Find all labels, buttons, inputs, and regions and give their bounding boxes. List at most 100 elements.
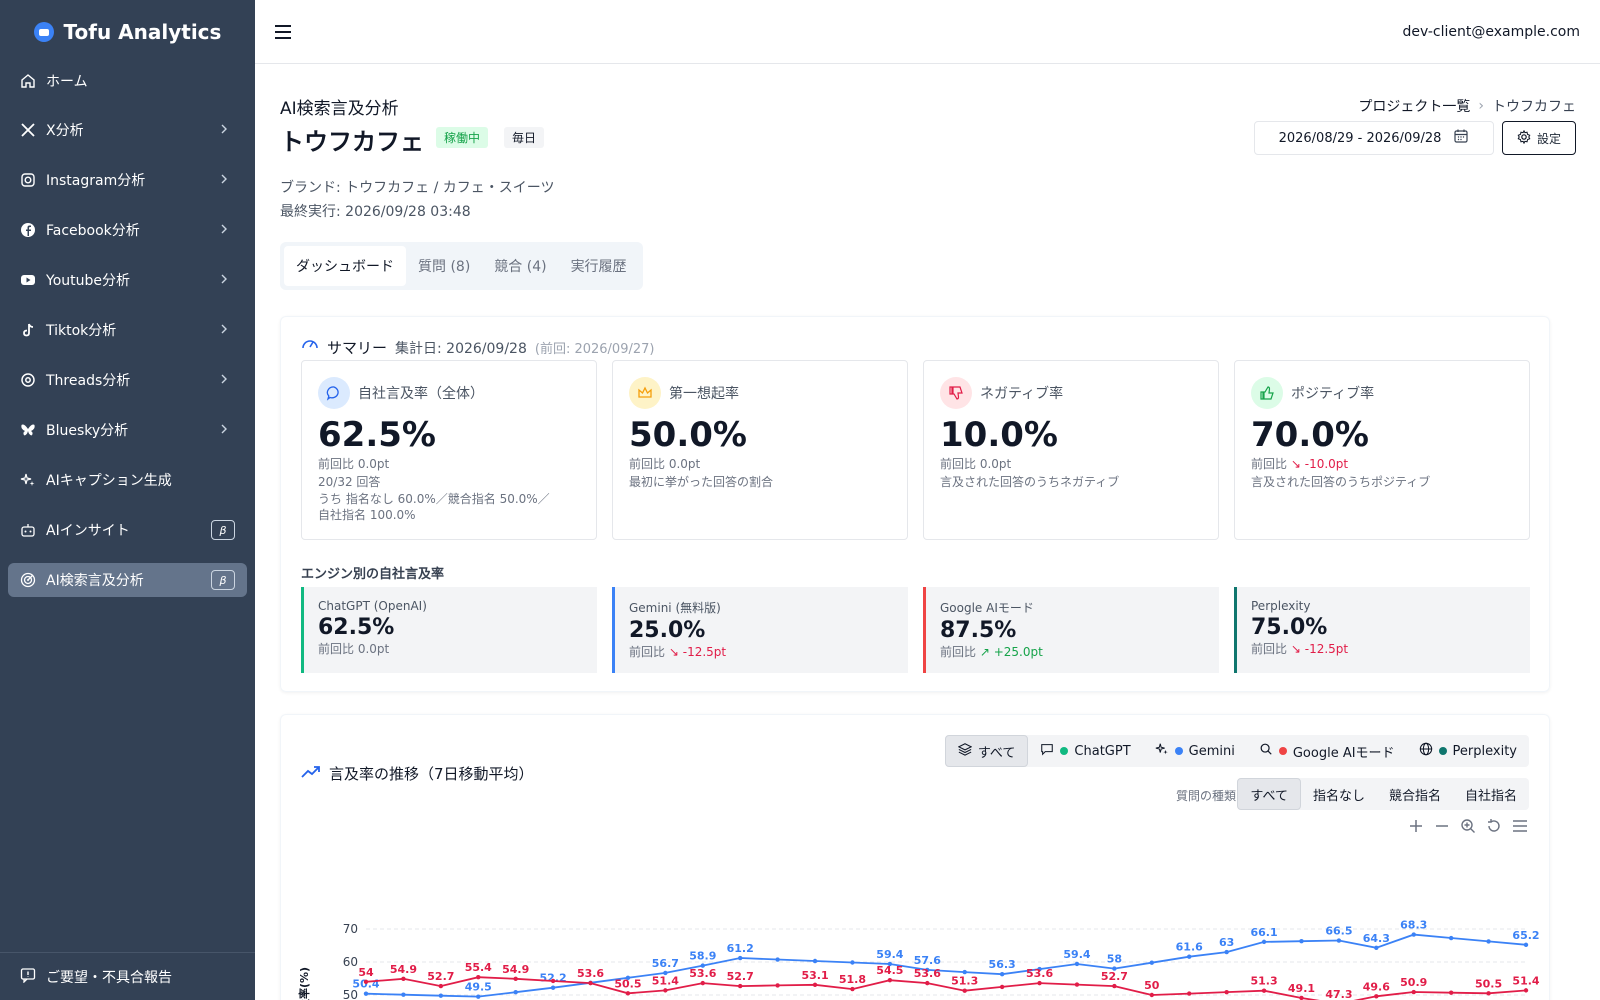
- radar-icon: [20, 572, 36, 588]
- engine-delta: 前回比 0.0pt: [318, 642, 390, 656]
- qtype-tab-own[interactable]: 自社指名: [1453, 778, 1529, 810]
- sidebar: Tofu Analytics ホーム X分析 Instagram分析 Faceb…: [0, 0, 255, 1000]
- user-email[interactable]: dev-client@example.com: [1402, 24, 1580, 40]
- trend-line-chart: 40506070及率(%)50.449.552.256.758.961.259.…: [297, 919, 1540, 1000]
- kpi-delta: 前回比 0.0pt: [629, 457, 701, 471]
- project-meta: ブランド: トウフカフェ / カフェ・スイーツ 最終実行: 2026/09/28…: [280, 176, 555, 224]
- data-label: 61.2: [727, 942, 754, 955]
- tab-competitors[interactable]: 競合 (4): [482, 246, 558, 286]
- tab-dashboard[interactable]: ダッシュボード: [284, 246, 406, 286]
- engine-name: Gemini (無料版): [629, 601, 721, 615]
- data-label: 66.1: [1250, 926, 1277, 939]
- data-label: 53.1: [801, 969, 828, 982]
- page-subtitle: AI検索言及分析: [280, 99, 399, 119]
- data-label: 47.3: [1325, 988, 1352, 1000]
- sidebar-item-instagram[interactable]: Instagram分析: [8, 163, 247, 197]
- sidebar-item-home[interactable]: ホーム: [8, 64, 247, 98]
- trend-up-icon: ↗: [979, 645, 990, 659]
- kpi-value: 10.0%: [940, 415, 1058, 455]
- feedback-link[interactable]: ご要望・不具合報告: [0, 952, 255, 1000]
- data-point: [401, 976, 406, 982]
- kpi-value: 50.0%: [629, 415, 747, 455]
- tab-questions[interactable]: 質問 (8): [406, 246, 482, 286]
- qtype-tab-all[interactable]: すべて: [1237, 778, 1301, 810]
- menu-icon[interactable]: [1511, 817, 1529, 835]
- kpi-card-mention-rate: 自社言及率（全体） 62.5% 前回比 0.0pt 20/32 回答 うち 指名…: [301, 360, 597, 540]
- layers-icon: [957, 742, 973, 760]
- zoom-out-minus-icon[interactable]: [1433, 817, 1451, 835]
- engine-delta-value: +25.0pt: [993, 645, 1043, 659]
- sidebar-item-label: ホーム: [46, 74, 88, 90]
- breadcrumb-projects[interactable]: プロジェクト一覧: [1358, 96, 1470, 116]
- settings-label: 設定: [1536, 131, 1561, 146]
- engine-tab-perplexity[interactable]: Perplexity: [1407, 735, 1529, 767]
- sidebar-item-threads[interactable]: Threads分析: [8, 363, 247, 397]
- kpi-value: 70.0%: [1251, 415, 1369, 455]
- data-point: [625, 991, 631, 996]
- feedback-label: ご要望・不具合報告: [46, 969, 172, 986]
- legend-dot: [1438, 747, 1447, 755]
- data-point: [1336, 938, 1342, 943]
- menu-toggle-icon[interactable]: [275, 24, 295, 39]
- data-point: [363, 991, 369, 996]
- sidebar-item-facebook[interactable]: Facebook分析: [8, 213, 247, 247]
- data-label: 50.5: [614, 977, 641, 990]
- data-point: [550, 985, 556, 990]
- legend-dot: [1278, 747, 1287, 755]
- zoom-in-plus-icon[interactable]: [1407, 817, 1425, 835]
- summary-title: サマリー: [327, 339, 388, 357]
- engine-tab-label: すべて: [977, 745, 1016, 761]
- sidebar-item-ai-search[interactable]: AI検索言及分析 β: [8, 563, 247, 597]
- breadcrumb-current: トウフカフェ: [1492, 99, 1576, 115]
- sidebar-item-tiktok[interactable]: Tiktok分析: [8, 313, 247, 347]
- data-point: [737, 955, 743, 961]
- sidebar-item-ai-caption[interactable]: AIキャプション生成: [8, 463, 247, 497]
- data-label: 56.3: [989, 958, 1016, 971]
- engine-tab-google-ai[interactable]: Google AIモード: [1247, 735, 1407, 767]
- qtype-tab-competitor[interactable]: 競合指名: [1377, 778, 1453, 810]
- data-label: 52.7: [427, 970, 454, 983]
- settings-button[interactable]: 設定: [1502, 121, 1576, 155]
- data-label: 52.7: [727, 970, 754, 983]
- legend-dot: [1060, 747, 1069, 755]
- data-point: [737, 983, 743, 989]
- data-label: 49.6: [1363, 980, 1390, 993]
- chevron-right-icon: [221, 374, 227, 384]
- data-point: [401, 992, 406, 997]
- sidebar-item-label: AIキャプション生成: [46, 473, 172, 489]
- sidebar-item-label: Threads分析: [46, 373, 131, 389]
- sidebar-item-bluesky[interactable]: Bluesky分析: [8, 413, 247, 447]
- reset-icon[interactable]: [1485, 817, 1503, 835]
- data-point: [438, 983, 444, 989]
- sidebar-item-label: Instagram分析: [46, 173, 146, 189]
- sidebar-item-youtube[interactable]: Youtube分析: [8, 263, 247, 297]
- engine-card-perplexity: Perplexity 75.0% 前回比 ↘ -12.5pt: [1234, 587, 1530, 673]
- data-point: [1149, 992, 1155, 998]
- kpi-card-negative-rate: ネガティブ率 10.0% 前回比 0.0pt 言及された回答のうちネガティブ: [923, 360, 1219, 540]
- y-axis-label: 及率(%): [297, 967, 311, 1000]
- engine-tab-chatgpt[interactable]: ChatGPT: [1028, 735, 1142, 767]
- data-point: [1411, 989, 1416, 995]
- data-label: 50: [1144, 979, 1160, 992]
- kpi-delta: 前回比 ↘ -10.0pt: [1251, 456, 1513, 473]
- sidebar-item-x[interactable]: X分析: [8, 113, 247, 147]
- data-label: 65.2: [1512, 929, 1539, 942]
- date-range-picker[interactable]: 2026/08/29 - 2026/09/28: [1254, 121, 1494, 155]
- engine-tab-all[interactable]: すべて: [944, 735, 1029, 767]
- brand-line: ブランド: トウフカフェ / カフェ・スイーツ: [280, 180, 555, 196]
- zoom-magnifier-icon[interactable]: [1459, 817, 1477, 835]
- engine-tab-gemini[interactable]: Gemini: [1143, 735, 1247, 767]
- tab-history[interactable]: 実行履歴: [559, 246, 639, 286]
- sidebar-item-label: AIインサイト: [46, 523, 130, 539]
- engine-section-title: エンジン別の自社言及率: [301, 567, 445, 582]
- brand[interactable]: Tofu Analytics: [0, 0, 255, 64]
- data-label: 53.6: [689, 967, 716, 980]
- brand-name: Tofu Analytics: [63, 20, 222, 44]
- engine-value: 87.5%: [940, 618, 1017, 643]
- qtype-tab-unnamed[interactable]: 指名なし: [1301, 778, 1377, 810]
- gauge-icon: [301, 335, 319, 357]
- data-point: [700, 980, 705, 986]
- question-type-tabs: すべて 指名なし 競合指名 自社指名: [1237, 778, 1529, 810]
- sidebar-item-ai-insight[interactable]: AIインサイト β: [8, 513, 247, 547]
- tiktok-icon: [20, 322, 36, 338]
